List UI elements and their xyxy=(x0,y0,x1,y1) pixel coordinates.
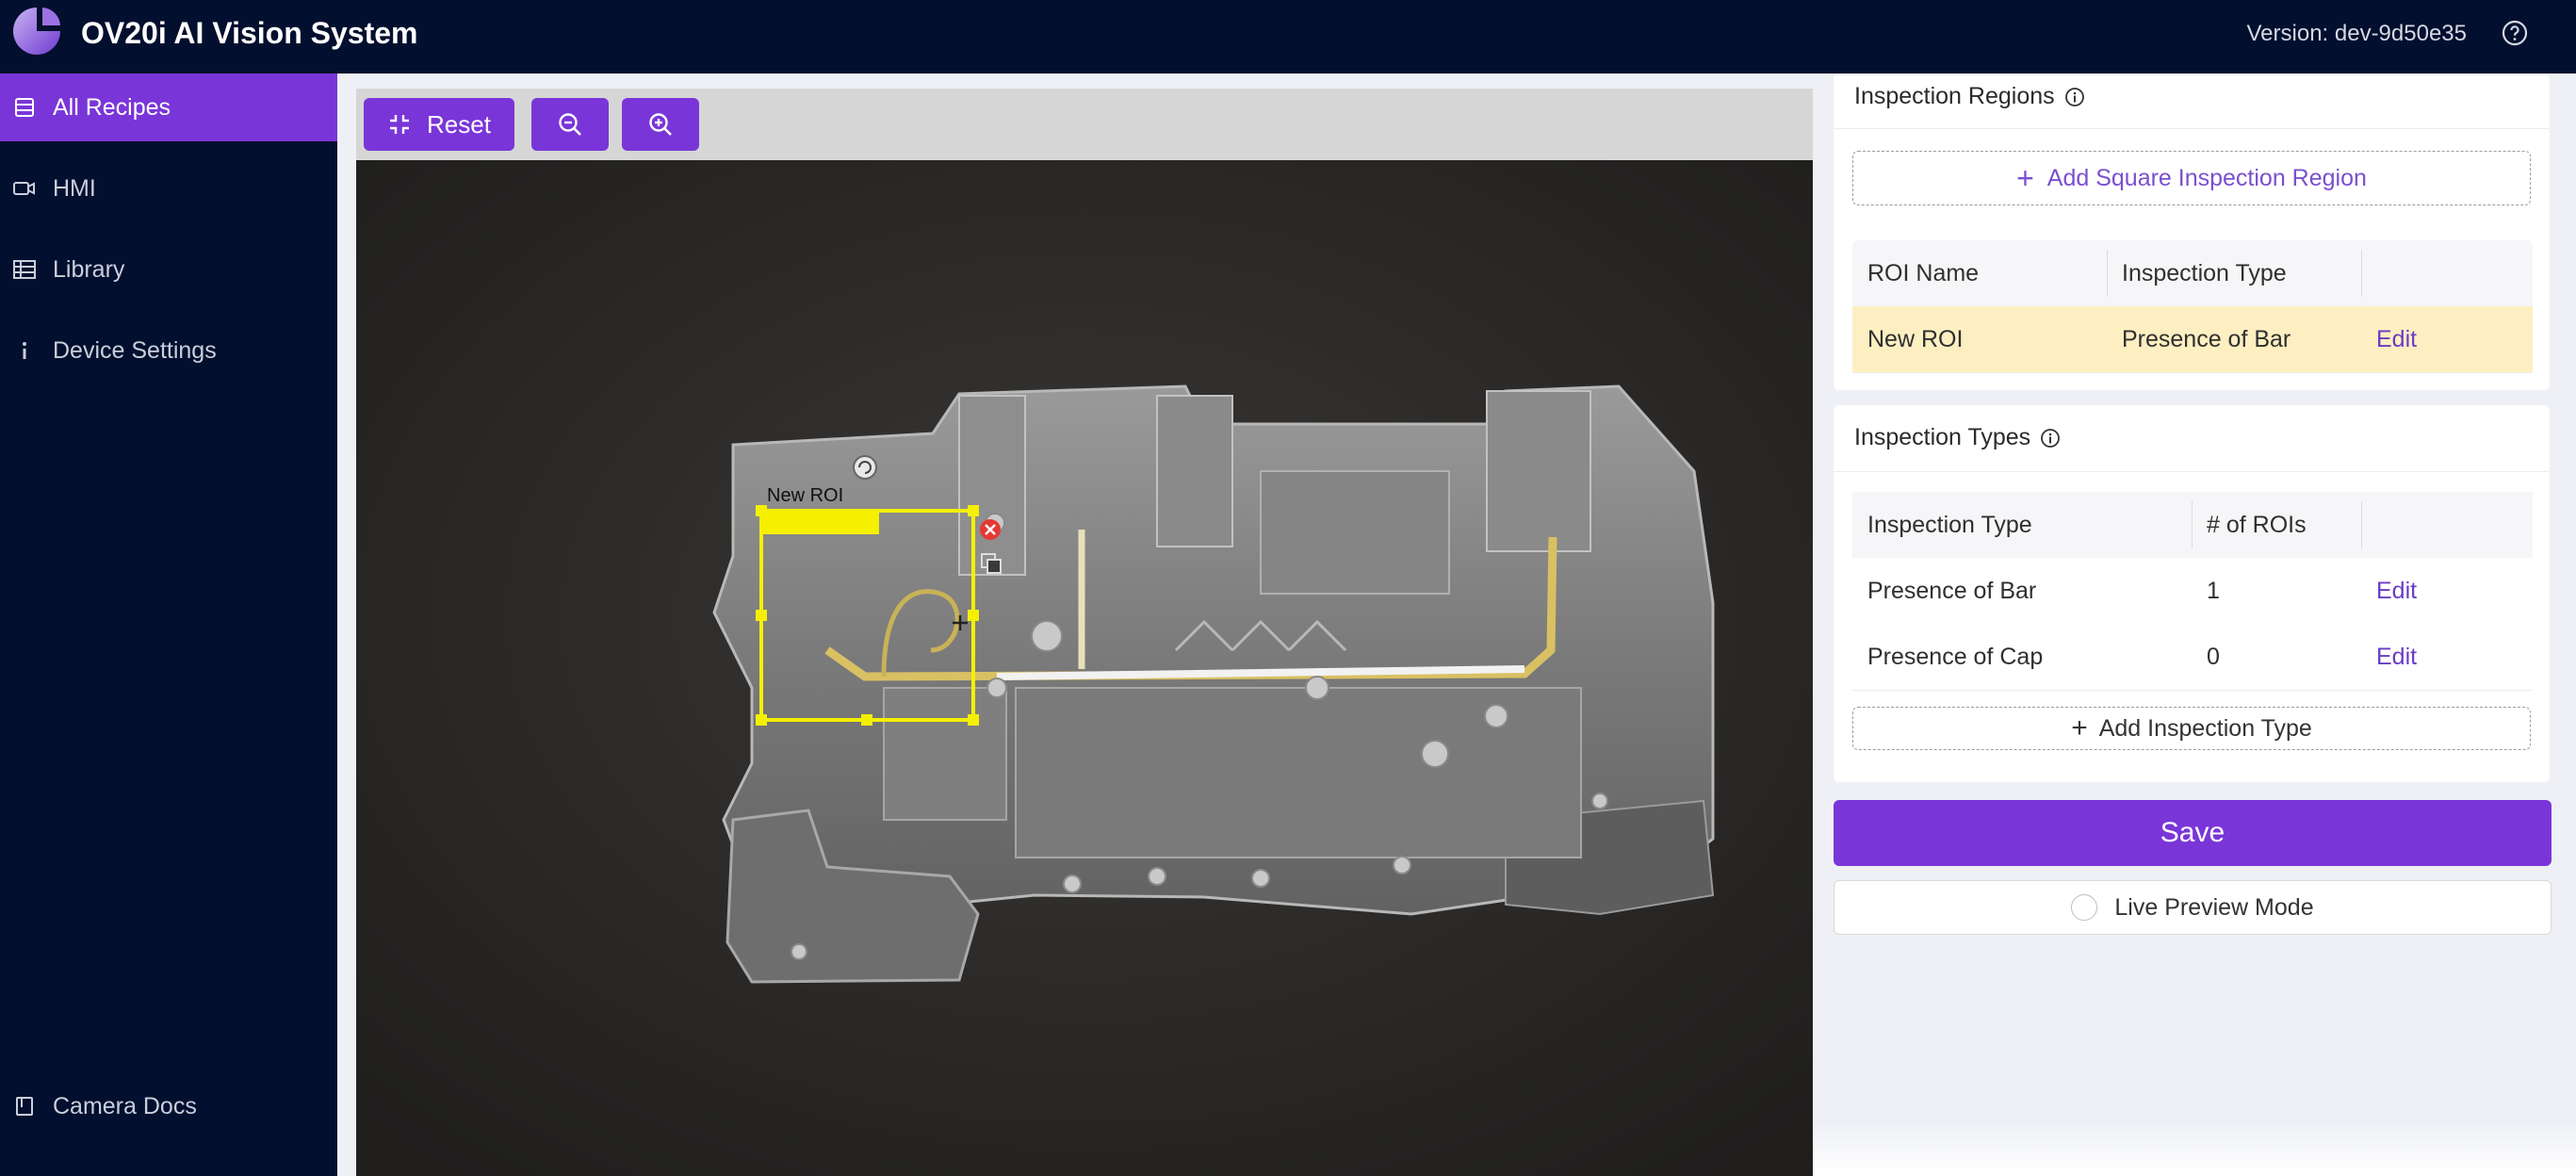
inspection-type-cell: Presence of Cap xyxy=(1867,643,2044,670)
types-table-header: Inspection Type # of ROIs xyxy=(1852,492,2533,559)
sidebar-item-label: All Recipes xyxy=(53,93,171,121)
app-logo-icon xyxy=(13,8,60,55)
info-icon[interactable] xyxy=(2040,428,2061,449)
reset-button[interactable]: Reset xyxy=(364,98,514,151)
live-preview-label: Live Preview Mode xyxy=(2114,893,2314,921)
zoom-out-icon xyxy=(559,113,581,136)
add-square-inspection-region-button[interactable]: + Add Square Inspection Region xyxy=(1852,151,2531,205)
table-row[interactable]: Presence of Bar 1 Edit xyxy=(1852,558,2533,625)
edit-type-link[interactable]: Edit xyxy=(2376,644,2417,671)
sidebar-item-label: HMI xyxy=(53,174,96,202)
rotate-handle-icon[interactable] xyxy=(853,455,877,480)
table-row[interactable]: Presence of Cap 0 Edit xyxy=(1852,624,2533,691)
camera-image xyxy=(356,160,1813,1176)
reset-label: Reset xyxy=(427,109,491,139)
viewer-toolbar: Reset xyxy=(356,89,1813,160)
plus-icon: + xyxy=(2016,160,2034,195)
book-icon xyxy=(13,1095,36,1118)
sidebar-item-library[interactable]: Library xyxy=(0,236,337,303)
edit-roi-link[interactable]: Edit xyxy=(2376,326,2417,353)
inspection-type-cell: Presence of Bar xyxy=(2122,325,2291,352)
help-circle-icon[interactable] xyxy=(2501,19,2529,47)
column-header: Inspection Type xyxy=(1867,511,2032,538)
save-button[interactable]: Save xyxy=(1834,800,2552,866)
live-preview-checkbox[interactable] xyxy=(2071,894,2098,921)
sidebar-item-all-recipes[interactable]: All Recipes xyxy=(0,74,337,141)
table-row[interactable]: New ROI Presence of Bar Edit xyxy=(1852,306,2533,373)
column-header: Inspection Type xyxy=(2122,259,2287,286)
image-viewer[interactable]: New ROI xyxy=(356,160,1813,1176)
camera-icon xyxy=(13,177,36,200)
live-preview-toggle[interactable]: Live Preview Mode xyxy=(1834,880,2552,935)
list-icon xyxy=(13,96,36,119)
sidebar-item-device-settings[interactable]: Device Settings xyxy=(0,317,337,384)
sidebar-item-label: Camera Docs xyxy=(53,1092,197,1119)
roi-table-header: ROI Name Inspection Type xyxy=(1852,240,2533,307)
version-label: Version: dev-9d50e35 xyxy=(2246,21,2467,46)
column-header: ROI Name xyxy=(1867,259,1980,286)
roi-count-cell: 1 xyxy=(2207,577,2220,604)
zoom-out-button[interactable] xyxy=(531,98,609,151)
roi-count-cell: 0 xyxy=(2207,643,2220,670)
zoom-in-button[interactable] xyxy=(622,98,699,151)
app-header: OV20i AI Vision System Version: dev-9d50… xyxy=(0,0,2576,74)
sidebar-item-label: Device Settings xyxy=(53,336,217,364)
collapse-icon xyxy=(390,115,410,134)
inspection-regions-title: Inspection Regions xyxy=(1854,83,2085,110)
roi-name-cell: New ROI xyxy=(1867,325,1964,352)
edit-type-link[interactable]: Edit xyxy=(2376,578,2417,605)
sidebar-item-hmi[interactable]: HMI xyxy=(0,155,337,222)
panel-footer xyxy=(1813,1121,2576,1176)
inspection-types-title: Inspection Types xyxy=(1854,424,2061,451)
sidebar: All Recipes HMI Library Device Settings … xyxy=(0,74,337,1176)
info-icon xyxy=(13,339,36,362)
sidebar-item-label: Library xyxy=(53,255,125,283)
plus-icon: + xyxy=(2071,712,2088,743)
info-icon[interactable] xyxy=(2064,87,2085,107)
sidebar-item-camera-docs[interactable]: Camera Docs xyxy=(0,1072,337,1140)
inspection-type-cell: Presence of Bar xyxy=(1867,577,2037,604)
roi-label: New ROI xyxy=(767,485,844,506)
app-title: OV20i AI Vision System xyxy=(81,16,418,50)
column-header: # of ROIs xyxy=(2207,511,2307,538)
zoom-in-icon xyxy=(649,113,672,136)
table-icon xyxy=(13,258,36,281)
add-inspection-type-button[interactable]: + Add Inspection Type xyxy=(1852,707,2531,750)
